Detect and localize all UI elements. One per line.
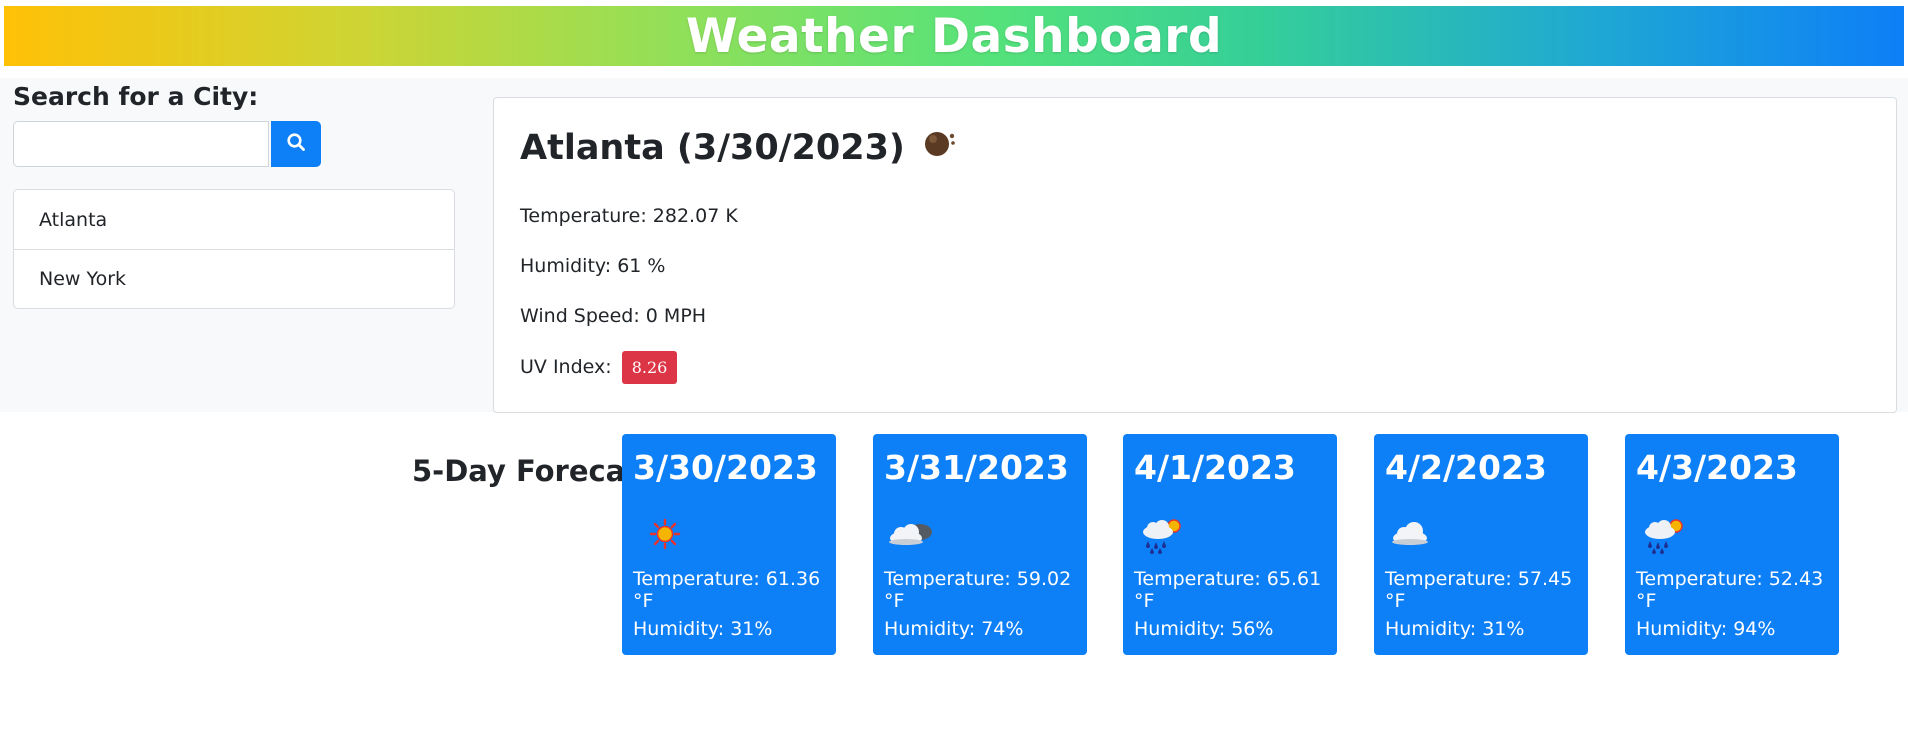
rain-sun-icon	[1134, 514, 1190, 554]
cloud-icon	[1385, 514, 1441, 554]
forecast-humidity: Humidity: 31%	[1385, 618, 1525, 640]
city-title-row: Atlanta (3/30/2023)	[520, 126, 959, 169]
forecast-humidity: Humidity: 31%	[633, 618, 773, 640]
current-weather-card: Atlanta (3/30/2023) Temperature: 282.07 …	[493, 97, 1897, 413]
header-banner: Weather Dashboard	[4, 6, 1904, 66]
forecast-date: 4/2/2023	[1385, 448, 1547, 487]
forecast-card: 4/2/2023 Temperature: 57.45 °F Humidity:…	[1374, 434, 1588, 655]
current-humidity: Humidity: 61 %	[520, 255, 666, 277]
forecast-date: 3/31/2023	[884, 448, 1069, 487]
forecast-date: 4/1/2023	[1134, 448, 1296, 487]
city-title: Atlanta (3/30/2023)	[520, 127, 905, 168]
search-history-list: Atlanta New York	[13, 189, 455, 309]
history-item-atlanta[interactable]: Atlanta	[14, 190, 454, 249]
rain-sun-icon	[1636, 514, 1692, 554]
forecast-temperature: Temperature: 59.02 °F	[884, 568, 1072, 612]
forecast-humidity: Humidity: 56%	[1134, 618, 1274, 640]
forecast-date: 4/3/2023	[1636, 448, 1798, 487]
search-button[interactable]	[271, 121, 321, 167]
forecast-temperature: Temperature: 52.43 °F	[1636, 568, 1824, 612]
search-label: Search for a City:	[13, 82, 259, 111]
current-temperature: Temperature: 282.07 K	[520, 205, 738, 227]
forecast-temperature: Temperature: 61.36 °F	[633, 568, 821, 612]
forecast-temperature: Temperature: 65.61 °F	[1134, 568, 1322, 612]
forecast-card: 3/31/2023 Temperature: 59.02 °F Humidity…	[873, 434, 1087, 655]
forecast-humidity: Humidity: 94%	[1636, 618, 1776, 640]
uv-index-badge: 8.26	[621, 351, 678, 384]
forecast-card: 4/1/2023 Temperature: 65.61 °F Humidity:…	[1123, 434, 1337, 655]
forecast-date: 3/30/2023	[633, 448, 818, 487]
uv-index-label: UV Index:	[520, 356, 612, 378]
sun-icon	[633, 514, 689, 554]
history-item-new-york[interactable]: New York	[14, 249, 454, 308]
city-search-input[interactable]	[13, 121, 269, 167]
search-icon	[286, 132, 306, 156]
forecast-card: 4/3/2023 Temperature: 52.43 °F Humidity:…	[1625, 434, 1839, 655]
forecast-temperature: Temperature: 57.45 °F	[1385, 568, 1573, 612]
page-title: Weather Dashboard	[685, 8, 1223, 64]
cloud-sun-icon	[884, 514, 940, 554]
forecast-humidity: Humidity: 74%	[884, 618, 1024, 640]
uv-index-row: UV Index: 8.26	[520, 351, 678, 384]
current-wind-speed: Wind Speed: 0 MPH	[520, 305, 707, 327]
forecast-card: 3/30/2023 Temperature: 61.36 °F Humidity…	[622, 434, 836, 655]
brown-circle-icon	[921, 126, 959, 169]
